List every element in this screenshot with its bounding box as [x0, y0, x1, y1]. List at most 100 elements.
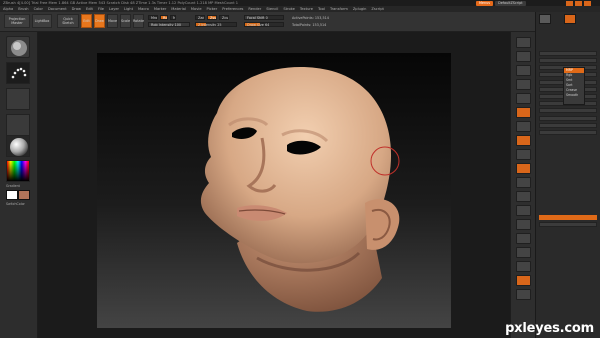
zsub-toggle[interactable]: Zsub	[207, 15, 217, 20]
aahalf-icon[interactable]	[516, 93, 531, 104]
tool-item-deformation[interactable]	[539, 161, 597, 166]
menu-item-picker[interactable]: Picker	[207, 7, 218, 11]
rotate-view-icon[interactable]	[516, 219, 531, 230]
rgb-toggle[interactable]: Rgb	[160, 15, 168, 20]
z-intensity-slider[interactable]: Z Intensity 25	[195, 22, 237, 27]
move-view-icon[interactable]	[516, 191, 531, 202]
xpose-icon[interactable]	[516, 289, 531, 300]
rotate-button[interactable]: Rotate	[133, 14, 144, 28]
tool-item-surface[interactable]	[539, 153, 597, 158]
menu-item-layer[interactable]: Layer	[109, 7, 119, 11]
texture-selector[interactable]	[6, 114, 30, 136]
rgb-intensity-slider[interactable]: Rgb Intensity 100	[148, 22, 190, 27]
tool-item-texture-map[interactable]	[539, 237, 597, 242]
lsym-icon[interactable]	[516, 149, 531, 160]
tool-item-preview[interactable]	[539, 145, 597, 150]
move-button[interactable]: Move	[107, 14, 118, 28]
menu-item-brush[interactable]: Brush	[18, 7, 28, 11]
tool-item-normal-map[interactable]	[539, 252, 597, 257]
menu-item-color[interactable]: Color	[34, 7, 43, 11]
menu-item-draw[interactable]: Draw	[72, 7, 81, 11]
default-zscript-button[interactable]: DefaultZScript	[495, 1, 526, 6]
viewport[interactable]	[97, 53, 451, 328]
tool-item-polypaint-from-polygroups[interactable]	[539, 221, 597, 227]
tool-item-polygroups[interactable]	[539, 184, 597, 189]
polyf-icon[interactable]	[516, 233, 531, 244]
zoom-icon[interactable]	[516, 65, 531, 76]
menu-item-render[interactable]: Render	[248, 7, 261, 11]
tool-item-dynamesh[interactable]	[539, 108, 597, 114]
menu-item-zplugin[interactable]: Zplugin	[353, 7, 367, 11]
menu-item-texture[interactable]: Texture	[300, 7, 313, 11]
tool-item-morph-target[interactable]	[539, 200, 597, 205]
menu-item-stroke[interactable]: Stroke	[283, 7, 294, 11]
local-icon[interactable]	[516, 135, 531, 146]
menu-item-edit[interactable]: Edit	[86, 7, 93, 11]
tool-item-contact[interactable]	[539, 192, 597, 197]
menu-item-light[interactable]: Light	[124, 7, 133, 11]
tool-item-export[interactable]	[539, 284, 597, 289]
menu-item-material[interactable]: Material	[171, 7, 186, 11]
lightbox-button[interactable]: LightBox	[32, 14, 52, 28]
tool-item-position[interactable]	[539, 115, 597, 121]
brush-selector[interactable]	[6, 36, 30, 58]
tool-item-import[interactable]	[539, 276, 597, 281]
menu-item-tool[interactable]: Tool	[318, 7, 325, 11]
tool-item-visibility[interactable]	[539, 176, 597, 181]
menu-item-movie[interactable]: Movie	[191, 7, 202, 11]
close-icon[interactable]	[584, 1, 591, 6]
quick-sketch-button[interactable]: Quick Sketch	[57, 14, 79, 28]
tool-item-display-properties[interactable]	[539, 260, 597, 265]
tool-item-higher-res[interactable]	[539, 58, 597, 63]
material-selector[interactable]	[6, 135, 30, 157]
tool-thumbnail-active[interactable]	[564, 14, 576, 24]
tool-item-displacement-map[interactable]	[539, 245, 597, 250]
tool-item-subtool[interactable]	[539, 28, 597, 33]
maximize-icon[interactable]	[575, 1, 582, 6]
menu-item-marker[interactable]: Marker	[154, 7, 166, 11]
focal-shift-slider[interactable]: Focal Shift 0	[244, 15, 284, 20]
tool-item-lower-res[interactable]	[539, 50, 597, 56]
popup-item-smooth[interactable]: Smooth	[564, 93, 584, 98]
solo-icon[interactable]	[516, 275, 531, 286]
stroke-selector[interactable]	[6, 62, 30, 84]
switch-color-label[interactable]: SwitchColor	[6, 202, 25, 206]
alpha-selector[interactable]	[6, 88, 30, 110]
menu-item-preferences[interactable]: Preferences	[222, 7, 243, 11]
bpr-icon[interactable]	[516, 37, 531, 48]
menu-item-transform[interactable]: Transform	[330, 7, 348, 11]
menus-button[interactable]: Menus	[476, 1, 494, 6]
menu-item-document[interactable]: Document	[48, 7, 67, 11]
actual-icon[interactable]	[516, 79, 531, 90]
menu-item-alpha[interactable]: Alpha	[3, 7, 13, 11]
projection-master-button[interactable]: Projection Master	[4, 14, 30, 28]
mrgb-toggle[interactable]: Mrgb	[148, 15, 158, 20]
m-toggle[interactable]: M	[170, 15, 176, 20]
tool-item-masking[interactable]	[539, 168, 597, 173]
tool-item-geometry-hd[interactable]	[539, 137, 597, 142]
frame-icon[interactable]	[516, 177, 531, 188]
color-picker[interactable]	[6, 160, 30, 182]
scale-button[interactable]: Scale	[120, 14, 131, 28]
tool-item-layers[interactable]	[539, 36, 597, 41]
zadd-toggle[interactable]: Zadd	[195, 15, 205, 20]
persp-icon[interactable]	[516, 107, 531, 118]
tool-item-colorize[interactable]	[539, 214, 597, 220]
floor-icon[interactable]	[516, 121, 531, 132]
menu-item-file[interactable]: File	[98, 7, 104, 11]
head-model[interactable]	[97, 53, 451, 328]
tool-item-size[interactable]	[539, 122, 597, 128]
minimize-icon[interactable]	[566, 1, 573, 6]
menu-item-zscript[interactable]: Zscript	[371, 7, 383, 11]
menu-item-macro[interactable]: Macro	[138, 7, 149, 11]
document-canvas[interactable]	[38, 32, 510, 338]
tool-item-uv-map[interactable]	[539, 229, 597, 234]
xyz-icon[interactable]	[516, 163, 531, 174]
tool-item-meshintegrity[interactable]	[539, 130, 597, 135]
draw-size-slider[interactable]: Draw Size 64	[244, 22, 284, 27]
tool-thumbnail[interactable]	[539, 14, 551, 24]
main-color-swatch[interactable]	[6, 190, 18, 200]
zcut-toggle[interactable]: Zcut	[219, 15, 229, 20]
scale-view-icon[interactable]	[516, 205, 531, 216]
draw-button[interactable]: Draw	[94, 14, 105, 28]
